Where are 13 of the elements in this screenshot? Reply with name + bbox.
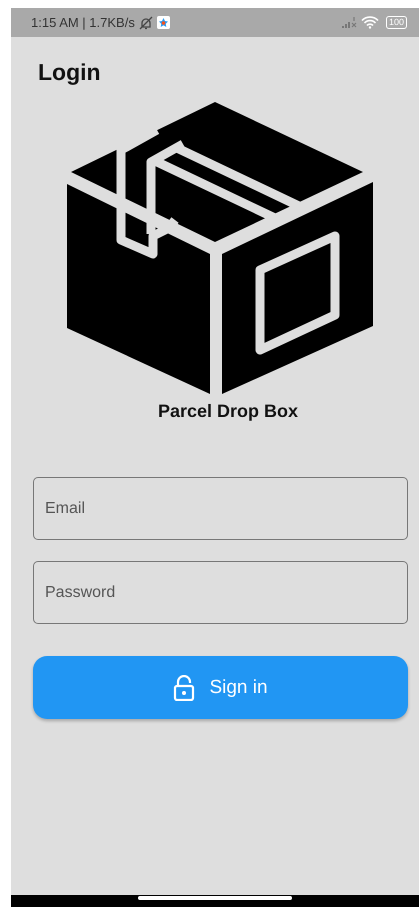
input-field[interactable]: Password [33,561,408,624]
status-time: 1:15 AM | 1.7KB/s [31,15,135,30]
app-icon [156,16,170,29]
app-name: Parcel Drop Box [158,401,298,422]
sign-in-button[interactable]: Sign in [33,656,408,719]
home-indicator[interactable] [138,896,292,900]
unlock-icon [173,674,196,700]
wifi-icon [360,16,379,29]
input-field[interactable]: Email [33,477,408,540]
bell-off-icon [138,16,153,30]
signal-icon [340,16,357,28]
page-title: Login [38,59,102,86]
battery-icon: 100 [386,16,407,29]
